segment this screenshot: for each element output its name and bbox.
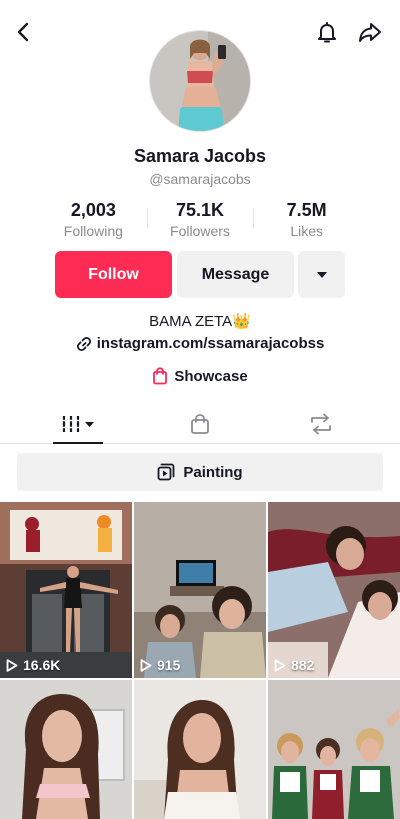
following-label: Following: [63, 223, 123, 239]
following-count: 2,003: [70, 200, 116, 220]
bell-icon: [318, 22, 336, 43]
likes-label: Likes: [290, 223, 324, 239]
followers-count: 75.1K: [175, 200, 225, 220]
playlist-button[interactable]: Painting: [17, 453, 383, 491]
video-thumbnail: [268, 502, 400, 678]
video-thumbnail: [0, 680, 132, 819]
showcase-link[interactable]: Showcase: [0, 367, 400, 385]
video-tile[interactable]: [134, 680, 266, 819]
back-button[interactable]: [6, 14, 42, 50]
more-options-button[interactable]: [298, 251, 345, 298]
followers-label: Followers: [170, 223, 230, 239]
share-icon: [359, 23, 381, 42]
avatar-photo: [150, 31, 250, 131]
video-thumbnail: [134, 502, 266, 678]
back-icon: [17, 22, 29, 42]
caret-down-icon: [316, 271, 327, 278]
tab-videos[interactable]: [38, 404, 118, 444]
link-icon: [76, 336, 91, 351]
bio-link-text: instagram.com/ssamarajacobss: [96, 335, 325, 352]
showcase-label: Showcase: [174, 367, 248, 385]
bio: BAMA ZETA👑: [0, 312, 400, 330]
avatar[interactable]: [149, 30, 251, 132]
play-icon: [274, 658, 286, 672]
video-thumbnail: [134, 680, 266, 819]
view-count: 915: [140, 657, 180, 673]
view-count: 16.6K: [6, 657, 60, 673]
share-button[interactable]: [352, 14, 388, 50]
followers-stat[interactable]: 75.1K Followers: [146, 200, 254, 240]
tab-reposts[interactable]: [281, 404, 361, 444]
crown-emoji: 👑: [232, 313, 251, 330]
video-tile[interactable]: 915: [134, 502, 266, 678]
profile-actions: Follow Message: [55, 251, 345, 299]
video-thumbnail: [268, 680, 400, 819]
play-icon: [6, 658, 18, 672]
shopping-bag-icon: [153, 367, 168, 385]
content-tabs: [0, 404, 400, 444]
bio-text: BAMA ZETA: [149, 313, 233, 330]
playlist-icon: [158, 463, 175, 481]
profile-stats: 2,003 Following 75.1K Followers 7.5M Lik…: [40, 200, 360, 240]
video-tile[interactable]: 16.6K: [0, 502, 132, 678]
play-icon: [140, 658, 152, 672]
video-grid: 16.6K 915 882: [0, 502, 400, 819]
grid-icon: [62, 416, 94, 432]
likes-count: 7.5M: [286, 200, 327, 220]
message-button[interactable]: Message: [177, 251, 294, 298]
view-count-text: 882: [291, 657, 315, 673]
view-count: 882: [274, 657, 314, 673]
username: @samarajacobs: [149, 171, 251, 187]
video-thumbnail: [0, 502, 132, 678]
view-count-text: 16.6K: [23, 657, 61, 673]
playlist-label: Painting: [183, 463, 243, 481]
bio-link[interactable]: instagram.com/ssamarajacobss: [0, 335, 400, 352]
likes-stat[interactable]: 7.5M Likes: [253, 200, 360, 240]
follow-button[interactable]: Follow: [55, 251, 172, 298]
notifications-button[interactable]: [309, 14, 345, 50]
tab-shop[interactable]: [160, 404, 240, 444]
repost-icon: [311, 413, 331, 435]
display-name: Samara Jacobs: [133, 146, 267, 166]
shopping-bag-icon: [191, 414, 209, 434]
following-stat[interactable]: 2,003 Following: [40, 200, 147, 240]
video-tile[interactable]: [268, 680, 400, 819]
video-tile[interactable]: [0, 680, 132, 819]
video-tile[interactable]: 882: [268, 502, 400, 678]
view-count-text: 915: [157, 657, 181, 673]
